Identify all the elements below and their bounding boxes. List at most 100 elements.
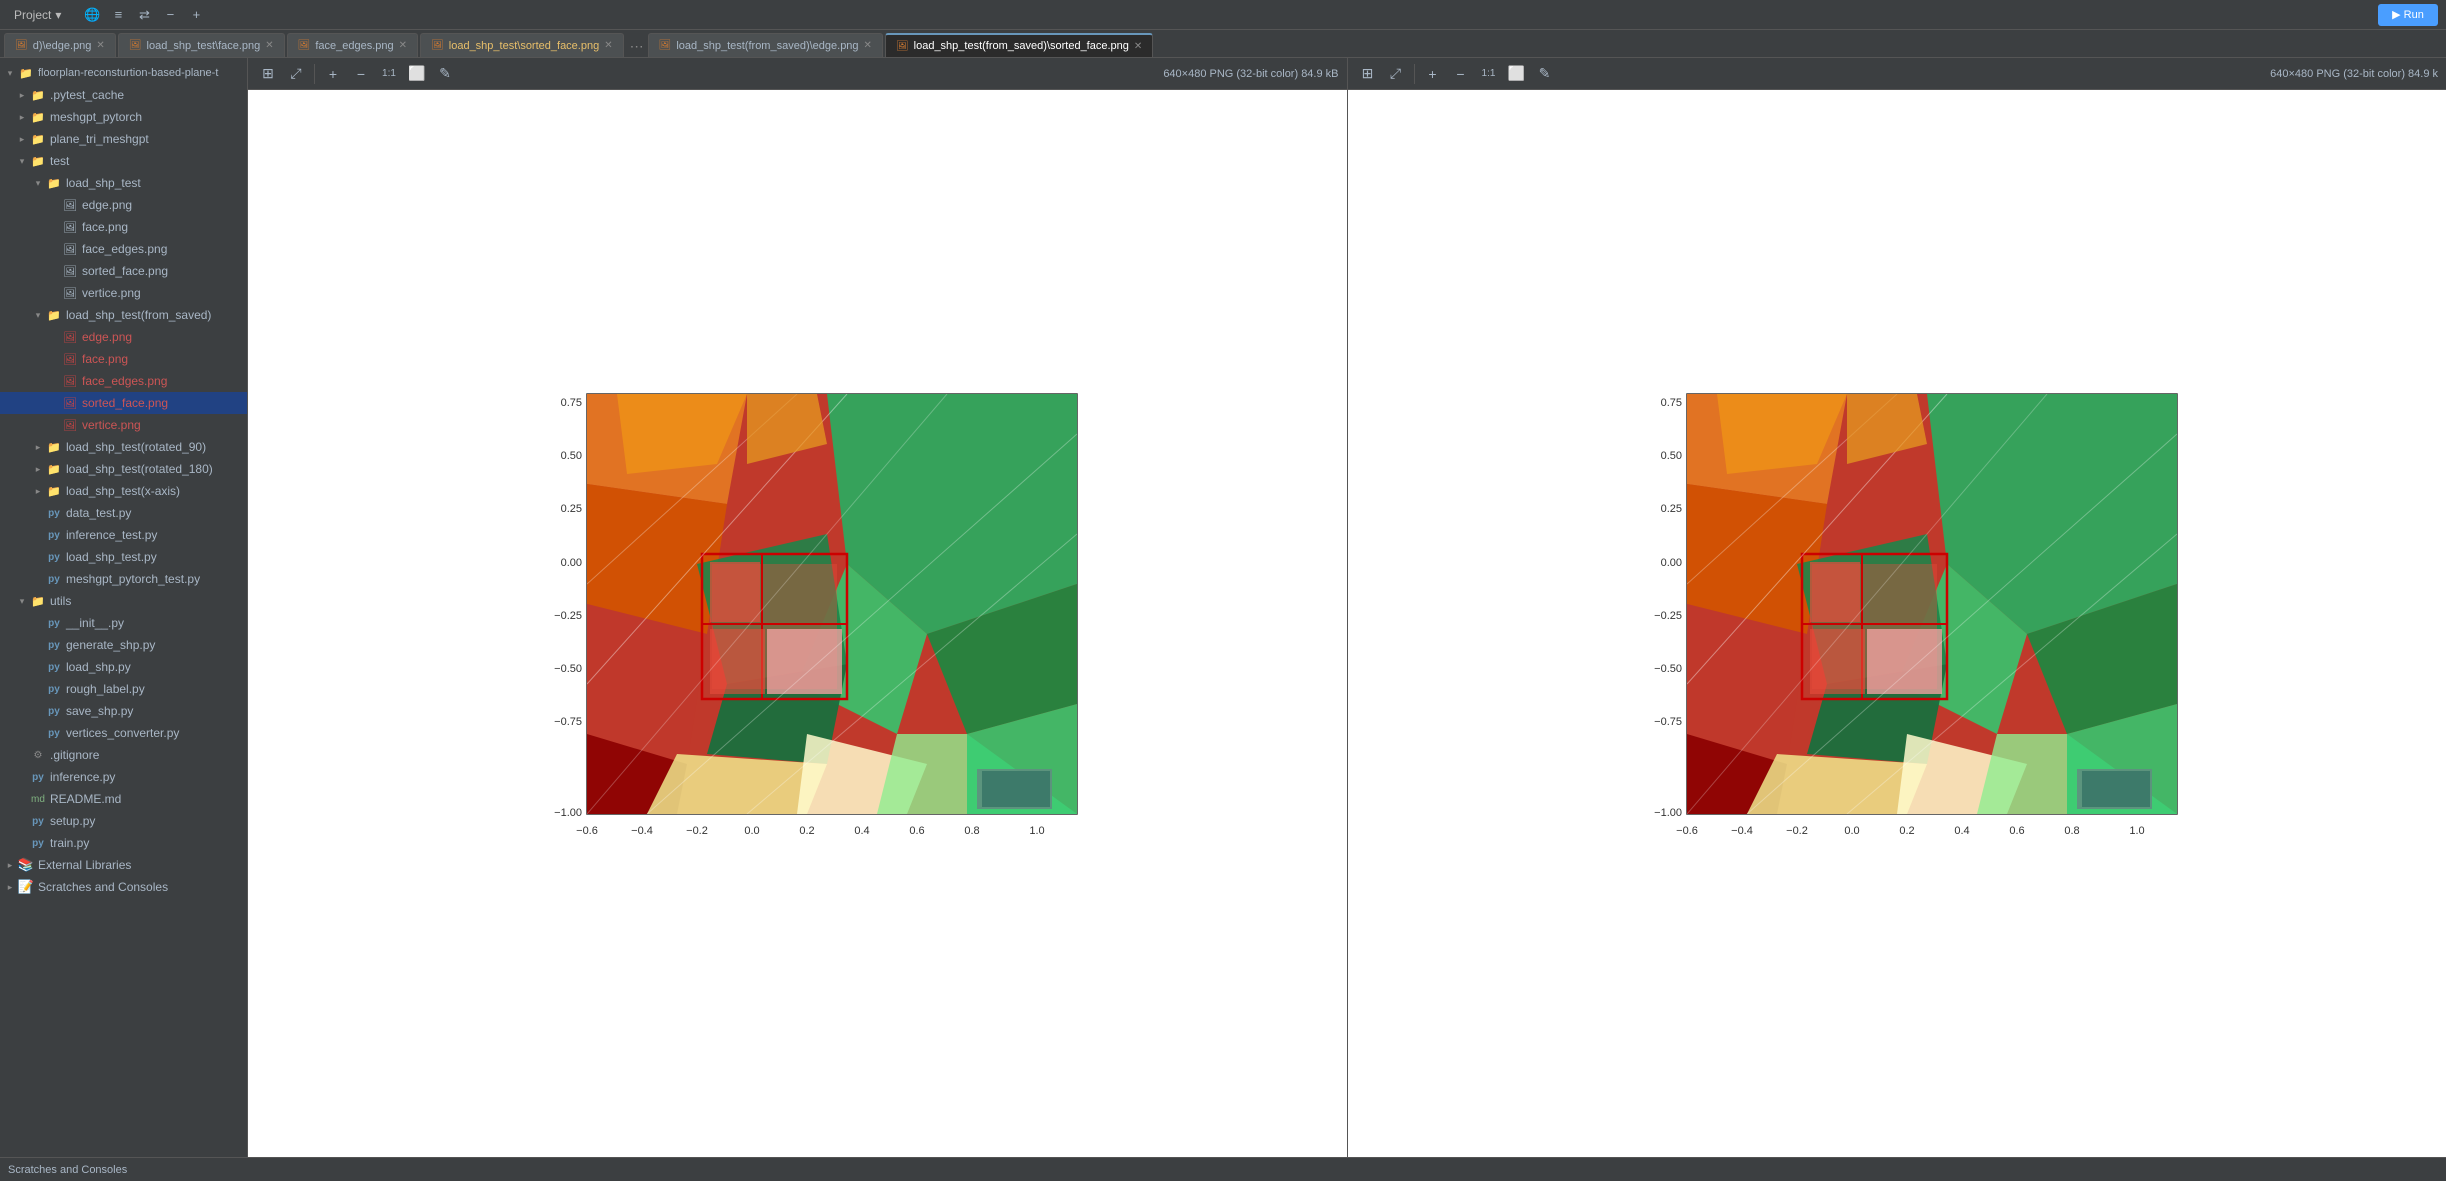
sidebar-item-root[interactable]: ▾ 📁 floorplan-reconsturtion-based-plane-… — [0, 62, 247, 84]
svg-text:1.0: 1.0 — [2129, 825, 2144, 837]
sidebar-item-sorted-face[interactable]: ▸ 🖼 sorted_face.png — [0, 260, 247, 282]
sidebar-item-external-libs[interactable]: ▸ 📚 External Libraries — [0, 854, 247, 876]
frame-icon-left[interactable]: ⬜ — [405, 62, 429, 86]
sidebar-item-rough-label[interactable]: ▸ py rough_label.py — [0, 678, 247, 700]
tab-face-edges[interactable]: 🖼 face_edges.png ✕ — [287, 33, 418, 57]
tab-edge-label: d)\edge.png — [33, 40, 92, 52]
sidebar-item-fs-sorted-face[interactable]: ▸ 🖼 sorted_face.png — [0, 392, 247, 414]
sidebar-item-fs-face[interactable]: ▸ 🖼 face.png — [0, 348, 247, 370]
load-shp-folder-icon: 📁 — [46, 175, 62, 191]
sidebar-item-test[interactable]: ▾ 📁 test — [0, 150, 247, 172]
tab-more[interactable]: ⋯ — [626, 35, 648, 57]
tab-sorted-face-close[interactable]: ✕ — [604, 40, 612, 51]
zoom-out-icon-left[interactable]: − — [349, 62, 373, 86]
run-button[interactable]: ▶ Run — [2378, 4, 2438, 26]
tab-edge[interactable]: 🖼 d)\edge.png ✕ — [4, 33, 116, 57]
face-label: face.png — [82, 220, 128, 234]
sidebar-item-scratches[interactable]: ▸ 📝 Scratches and Consoles — [0, 876, 247, 898]
expand-icon-right[interactable]: ⤢ — [1384, 62, 1408, 86]
content-area: ⊞ ⤢ + − 1:1 ⬜ ✎ 640×480 PNG (32-bit colo… — [248, 58, 2446, 1157]
svg-text:−0.50: −0.50 — [1654, 663, 1682, 675]
sidebar-item-meshgpt[interactable]: ▸ 📁 meshgpt_pytorch — [0, 106, 247, 128]
expand-icon-left[interactable]: ⤢ — [284, 62, 308, 86]
fs-vertice-label: vertice.png — [82, 418, 141, 432]
zoom-in-icon-left[interactable]: + — [321, 62, 345, 86]
sidebar-item-fs-face-edges[interactable]: ▸ 🖼 face_edges.png — [0, 370, 247, 392]
face-png-icon: 🖼 — [62, 219, 78, 235]
sidebar-item-meshgpt-pytorch-test[interactable]: ▸ py meshgpt_pytorch_test.py — [0, 568, 247, 590]
save-shp-icon: py — [46, 703, 62, 719]
train-py-icon: py — [30, 835, 46, 851]
fs-edge-label: edge.png — [82, 330, 132, 344]
zoom-out-icon-right[interactable]: − — [1449, 62, 1473, 86]
sidebar-item-train-py[interactable]: ▸ py train.py — [0, 832, 247, 854]
sidebar-item-load-shp-test-py[interactable]: ▸ py load_shp_test.py — [0, 546, 247, 568]
sidebar-item-pytest[interactable]: ▸ 📁 .pytest_cache — [0, 84, 247, 106]
sidebar-item-face[interactable]: ▸ 🖼 face.png — [0, 216, 247, 238]
tab-edge-close[interactable]: ✕ — [96, 40, 104, 51]
grid-icon-left[interactable]: ⊞ — [256, 62, 280, 86]
ext-libs-icon: 📚 — [18, 857, 34, 873]
readme-label: README.md — [50, 792, 121, 806]
tab-face[interactable]: 🖼 load_shp_test\face.png ✕ — [118, 33, 285, 57]
sidebar-item-plane[interactable]: ▸ 📁 plane_tri_meshgpt — [0, 128, 247, 150]
sidebar-item-gitignore[interactable]: ▸ ⚙ .gitignore — [0, 744, 247, 766]
edit-icon-right[interactable]: ✎ — [1533, 62, 1557, 86]
sidebar-item-init[interactable]: ▸ py __init__.py — [0, 612, 247, 634]
fs-vertice-icon: 🖼 — [62, 417, 78, 433]
sidebar-item-data-test[interactable]: ▸ py data_test.py — [0, 502, 247, 524]
sidebar-item-load-shp-py[interactable]: ▸ py load_shp.py — [0, 656, 247, 678]
sidebar-item-utils[interactable]: ▾ 📁 utils — [0, 590, 247, 612]
edit-icon-left[interactable]: ✎ — [433, 62, 457, 86]
icon-globe[interactable]: 🌐 — [81, 4, 103, 26]
load-shp-label: load_shp_test — [66, 176, 141, 190]
icon-minus[interactable]: − — [159, 4, 181, 26]
sidebar-item-save-shp[interactable]: ▸ py save_shp.py — [0, 700, 247, 722]
sidebar-item-generate-shp[interactable]: ▸ py generate_shp.py — [0, 634, 247, 656]
sidebar-item-readme[interactable]: ▸ md README.md — [0, 788, 247, 810]
zoom-in-icon-right[interactable]: + — [1421, 62, 1445, 86]
tab-face-close[interactable]: ✕ — [265, 40, 273, 51]
rotated90-folder-icon: 📁 — [46, 439, 62, 455]
svg-text:0.75: 0.75 — [1660, 397, 1681, 409]
sidebar-item-fs-edge[interactable]: ▸ 🖼 edge.png — [0, 326, 247, 348]
icon-swap[interactable]: ⇄ — [133, 4, 155, 26]
tab-sorted-face[interactable]: 🖼 load_shp_test\sorted_face.png ✕ — [420, 33, 624, 57]
tab-face-edges-close[interactable]: ✕ — [399, 40, 407, 51]
sidebar-item-rotated90[interactable]: ▸ 📁 load_shp_test(rotated_90) — [0, 436, 247, 458]
sidebar-item-xaxis[interactable]: ▸ 📁 load_shp_test(x-axis) — [0, 480, 247, 502]
icon-list[interactable]: ≡ — [107, 4, 129, 26]
tab-from-saved-edge-close[interactable]: ✕ — [864, 40, 872, 51]
sidebar-item-edge[interactable]: ▸ 🖼 edge.png — [0, 194, 247, 216]
tab-from-saved-edge[interactable]: 🖼 load_shp_test(from_saved)\edge.png ✕ — [648, 33, 883, 57]
frame-icon-right[interactable]: ⬜ — [1505, 62, 1529, 86]
fit-icon-left[interactable]: 1:1 — [377, 62, 401, 86]
test-folder-icon: 📁 — [30, 153, 46, 169]
sidebar-item-vertices-converter[interactable]: ▸ py vertices_converter.py — [0, 722, 247, 744]
tab-from-saved-sorted-close[interactable]: ✕ — [1134, 41, 1142, 52]
sidebar-item-inference-py[interactable]: ▸ py inference.py — [0, 766, 247, 788]
sidebar-item-face-edges[interactable]: ▸ 🖼 face_edges.png — [0, 238, 247, 260]
sidebar-item-vertice[interactable]: ▸ 🖼 vertice.png — [0, 282, 247, 304]
svg-text:−0.4: −0.4 — [1731, 825, 1753, 837]
sidebar-item-setup-py[interactable]: ▸ py setup.py — [0, 810, 247, 832]
left-image-toolbar: ⊞ ⤢ + − 1:1 ⬜ ✎ 640×480 PNG (32-bit colo… — [248, 58, 1348, 89]
gitignore-label: .gitignore — [50, 748, 99, 762]
sidebar-item-inference-test[interactable]: ▸ py inference_test.py — [0, 524, 247, 546]
utils-arrow: ▾ — [16, 595, 28, 607]
svg-text:−0.50: −0.50 — [554, 663, 582, 675]
fs-face-edges-icon: 🖼 — [62, 373, 78, 389]
icon-add[interactable]: + — [185, 4, 207, 26]
sidebar-item-from-saved[interactable]: ▾ 📁 load_shp_test(from_saved) — [0, 304, 247, 326]
fit-icon-right[interactable]: 1:1 — [1477, 62, 1501, 86]
sidebar-item-rotated180[interactable]: ▸ 📁 load_shp_test(rotated_180) — [0, 458, 247, 480]
image-info-left: 640×480 PNG (32-bit color) 84.9 kB — [1163, 68, 1338, 80]
grid-icon-right[interactable]: ⊞ — [1356, 62, 1380, 86]
project-menu[interactable]: Project ▾ — [8, 6, 67, 24]
sidebar-item-load-shp[interactable]: ▾ 📁 load_shp_test — [0, 172, 247, 194]
sidebar-item-fs-vertice[interactable]: ▸ 🖼 vertice.png — [0, 414, 247, 436]
tab-from-saved-sorted[interactable]: 🖼 load_shp_test(from_saved)\sorted_face.… — [885, 33, 1153, 57]
svg-text:−0.75: −0.75 — [1654, 716, 1682, 728]
setup-py-icon: py — [30, 813, 46, 829]
tab-face-edges-label: face_edges.png — [315, 40, 393, 52]
